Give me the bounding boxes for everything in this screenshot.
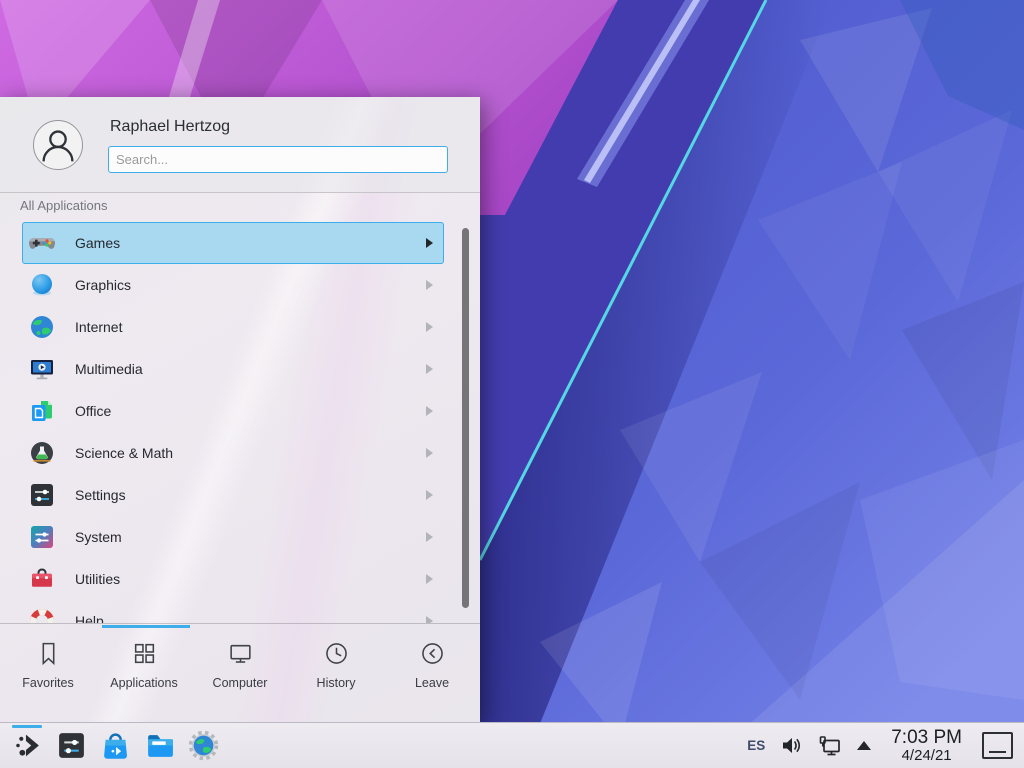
- tab-favorites[interactable]: Favorites: [0, 624, 96, 722]
- leave-icon: [419, 640, 446, 667]
- submenu-arrow-icon: [426, 616, 433, 623]
- category-label: Graphics: [75, 277, 131, 293]
- network-icon[interactable]: [818, 734, 842, 758]
- category-label: Games: [75, 235, 120, 251]
- category-label: Help: [75, 613, 104, 623]
- submenu-arrow-icon: [426, 406, 433, 416]
- category-graphics[interactable]: Graphics: [22, 264, 444, 306]
- category-office[interactable]: Office: [22, 390, 444, 432]
- discover-launcher[interactable]: [93, 723, 137, 768]
- category-games[interactable]: Games: [22, 222, 444, 264]
- user-icon: [34, 121, 82, 169]
- taskbar-panel: ES 7:03 PM 4/24/21: [0, 722, 1024, 768]
- category-label: Settings: [75, 487, 126, 503]
- keyboard-layout-indicator[interactable]: ES: [747, 738, 765, 753]
- flask-icon: [28, 439, 56, 467]
- web-browser-launcher[interactable]: [181, 723, 225, 768]
- tab-computer[interactable]: Computer: [192, 624, 288, 722]
- category-settings[interactable]: Settings: [22, 474, 444, 516]
- submenu-arrow-icon: [426, 280, 433, 290]
- tray-expand-caret-icon[interactable]: [857, 741, 871, 750]
- submenu-arrow-icon: [426, 238, 433, 248]
- show-desktop-button[interactable]: [982, 732, 1013, 759]
- globe-icon: [28, 313, 56, 341]
- application-launcher-button[interactable]: [5, 723, 49, 768]
- volume-icon[interactable]: [780, 734, 803, 757]
- user-name: Raphael Hertzog: [110, 118, 230, 136]
- kde-launcher-icon: [12, 730, 43, 761]
- browser-globe-icon: [188, 730, 219, 761]
- computer-icon: [227, 640, 254, 667]
- tab-applications[interactable]: Applications: [96, 624, 192, 722]
- tab-history[interactable]: History: [288, 624, 384, 722]
- toolbox-icon: [28, 565, 56, 593]
- category-label: Internet: [75, 319, 122, 335]
- tab-label: Favorites: [22, 676, 73, 690]
- submenu-arrow-icon: [426, 322, 433, 332]
- launcher-tab-bar: Favorites Applications Computer: [0, 623, 480, 722]
- show-desktop-glyph: [989, 751, 1006, 753]
- gamepad-icon: [28, 229, 56, 257]
- user-avatar[interactable]: [33, 120, 83, 170]
- submenu-arrow-icon: [426, 364, 433, 374]
- category-list: Games Graphics Internet: [22, 222, 444, 623]
- application-launcher-menu: Raphael Hertzog All Applications Games: [0, 97, 480, 722]
- tab-label: Applications: [110, 676, 177, 690]
- submenu-arrow-icon: [426, 490, 433, 500]
- history-clock-icon: [323, 640, 350, 667]
- category-help[interactable]: Help: [22, 600, 444, 623]
- monitor-play-icon: [28, 355, 56, 383]
- lifebuoy-icon: [28, 607, 56, 623]
- tab-label: Leave: [415, 676, 449, 690]
- folder-icon: [144, 730, 175, 761]
- clock-time: 7:03 PM: [891, 728, 962, 748]
- category-label: Office: [75, 403, 111, 419]
- search-input[interactable]: [108, 146, 448, 173]
- sliders-icon: [28, 481, 56, 509]
- category-label: System: [75, 529, 122, 545]
- active-tab-indicator: [102, 625, 190, 628]
- tab-leave[interactable]: Leave: [384, 624, 480, 722]
- clock-date: 4/24/21: [891, 748, 962, 764]
- submenu-arrow-icon: [426, 448, 433, 458]
- system-tray: ES 7:03 PM 4/24/21: [747, 728, 1019, 763]
- bookmark-icon: [35, 640, 62, 667]
- category-label: Multimedia: [75, 361, 143, 377]
- documents-icon: [28, 397, 56, 425]
- list-scrollbar[interactable]: [462, 228, 469, 608]
- digital-clock[interactable]: 7:03 PM 4/24/21: [891, 728, 962, 763]
- active-task-indicator: [12, 725, 42, 728]
- category-label: Utilities: [75, 571, 120, 587]
- category-science-math[interactable]: Science & Math: [22, 432, 444, 474]
- category-internet[interactable]: Internet: [22, 306, 444, 348]
- discover-bag-icon: [100, 730, 131, 761]
- system-settings-launcher[interactable]: [49, 723, 93, 768]
- category-system[interactable]: System: [22, 516, 444, 558]
- category-utilities[interactable]: Utilities: [22, 558, 444, 600]
- tab-label: Computer: [213, 676, 268, 690]
- submenu-arrow-icon: [426, 532, 433, 542]
- sphere-icon: [28, 271, 56, 299]
- submenu-arrow-icon: [426, 574, 433, 584]
- file-manager-launcher[interactable]: [137, 723, 181, 768]
- category-multimedia[interactable]: Multimedia: [22, 348, 444, 390]
- system-settings-icon: [56, 730, 87, 761]
- system-sliders-icon: [28, 523, 56, 551]
- launcher-header: Raphael Hertzog: [0, 97, 480, 193]
- category-label: Science & Math: [75, 445, 173, 461]
- grid-icon: [131, 640, 158, 667]
- section-label: All Applications: [20, 198, 107, 213]
- tab-label: History: [317, 676, 356, 690]
